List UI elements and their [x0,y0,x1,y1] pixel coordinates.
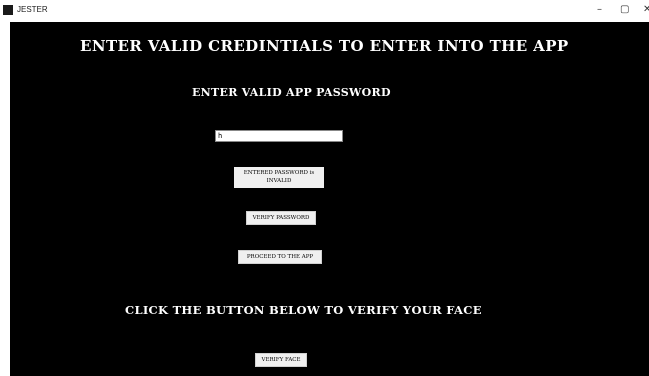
verify-face-button[interactable]: VERIFY FACE [255,353,307,367]
face-verify-heading: CLICK THE BUTTON BELOW TO VERIFY YOUR FA… [125,303,482,317]
minimize-icon[interactable]: – [597,4,602,16]
password-status-message: ENTERED PASSWORD is INVALID [234,167,324,188]
close-icon[interactable]: ✕ [643,4,649,16]
app-icon [3,5,13,15]
verify-password-button[interactable]: VERIFY PASSWORD [246,211,316,225]
proceed-to-app-button[interactable]: PROCEED TO THE APP [238,250,322,264]
password-input[interactable] [215,130,343,142]
maximize-icon[interactable]: ▢ [620,4,629,16]
password-heading: ENTER VALID APP PASSWORD [192,86,391,99]
window-titlebar: JESTER – ▢ ✕ [0,0,649,22]
app-canvas [10,22,649,376]
page-title: ENTER VALID CREDINTIALS TO ENTER INTO TH… [80,37,569,55]
window-title: JESTER [17,5,48,14]
